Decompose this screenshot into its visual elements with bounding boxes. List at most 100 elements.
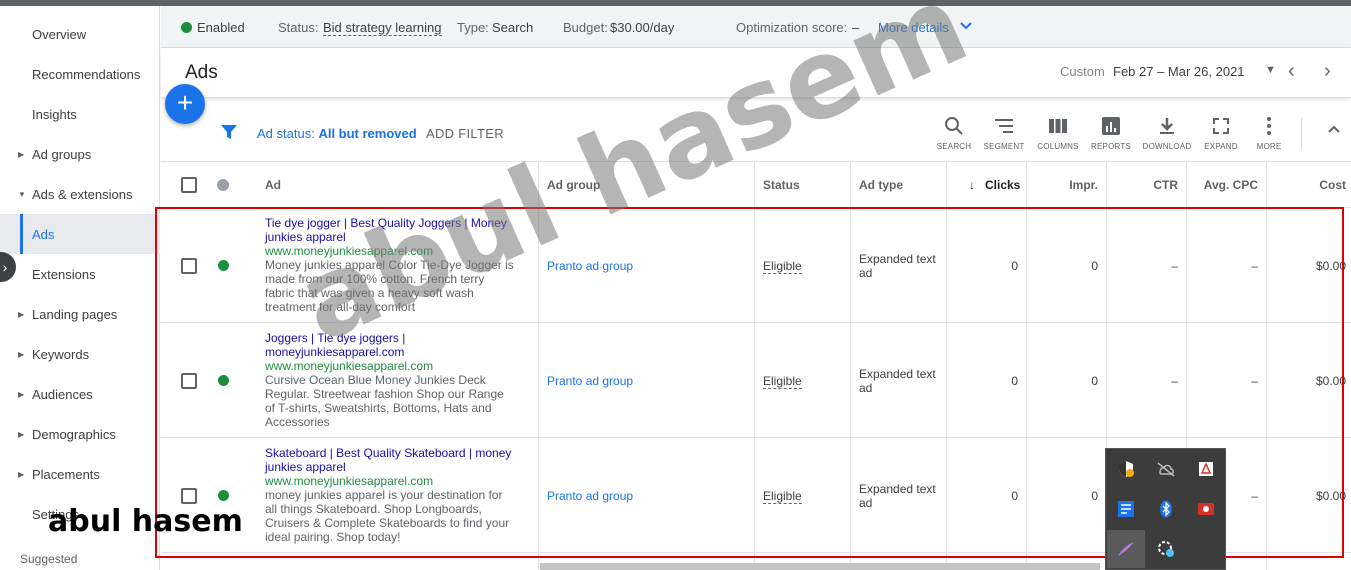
remote-desktop-icon[interactable]	[1147, 530, 1185, 568]
more-button[interactable]: MORE	[1239, 114, 1299, 151]
table-row: Tie dye jogger | Best Quality Joggers | …	[161, 208, 1351, 323]
bluetooth-icon[interactable]	[1147, 490, 1185, 528]
sidebar-item-label: Extensions	[32, 266, 96, 282]
ad-type-value: Expanded text ad	[859, 367, 936, 395]
chevron-down-icon[interactable]	[959, 18, 973, 35]
enabled-dot-icon	[218, 490, 229, 501]
status-value[interactable]: Eligible	[763, 374, 802, 389]
columns-button[interactable]: COLUMNS	[1028, 114, 1088, 151]
ad-description: money junkies apparel is your destinatio…	[265, 488, 510, 544]
sidebar-item-demographics[interactable]: ▶ Demographics	[0, 414, 160, 454]
column-header-status[interactable]: Status	[763, 178, 800, 192]
optimization-label: Optimization score:	[736, 20, 848, 35]
clicks-value: 0	[1011, 374, 1018, 388]
column-header-ctr[interactable]: CTR	[1138, 178, 1178, 192]
search-icon	[945, 117, 963, 135]
filter-icon[interactable]	[221, 124, 237, 145]
download-icon	[1160, 118, 1174, 134]
row-checkbox[interactable]	[181, 258, 197, 274]
sidebar-item-landing-pages[interactable]: ▶ Landing pages	[0, 294, 160, 334]
sidebar-item-recommendations[interactable]: Recommendations	[0, 54, 160, 94]
screen-recorder-icon[interactable]	[1187, 490, 1225, 528]
column-header-clicks[interactable]: Clicks	[985, 178, 1020, 192]
enabled-dot-icon	[218, 260, 229, 271]
ad-headline[interactable]: Skateboard | Best Quality Skateboard | m…	[265, 446, 515, 474]
ad-type-value: Expanded text ad	[859, 252, 936, 280]
ad-headline[interactable]: Joggers | Tie dye joggers | moneyjunkies…	[265, 331, 515, 359]
sidebar-item-label: Insights	[32, 106, 77, 122]
sidebar-item-label: Placements	[32, 466, 100, 482]
ad-status-label: Ad status:	[257, 126, 315, 141]
column-header-ad-type[interactable]: Ad type	[859, 178, 903, 192]
segment-button[interactable]: SEGMENT	[974, 114, 1034, 151]
caret-right-icon: ▶	[18, 389, 25, 399]
select-all-checkbox[interactable]	[181, 177, 197, 193]
sidebar-item-keywords[interactable]: ▶ Keywords	[0, 334, 160, 374]
reports-label: REPORTS	[1091, 142, 1131, 151]
ad-group-link[interactable]: Pranto ad group	[547, 489, 633, 503]
sidebar-item-ads[interactable]: Ads	[0, 214, 160, 254]
chevron-up-icon[interactable]	[1327, 122, 1341, 141]
feather-app-icon[interactable]	[1107, 530, 1145, 568]
status-value[interactable]: Bid strategy learning	[323, 20, 442, 36]
download-button[interactable]: DOWNLOAD	[1137, 114, 1197, 151]
sidebar-item-ad-groups[interactable]: ▶ Ad groups	[0, 134, 160, 174]
table-header: Ad Ad group Status Ad type ↓ Clicks Impr…	[161, 162, 1351, 208]
sidebar-item-extensions[interactable]: Extensions	[0, 254, 160, 294]
ad-url: www.moneyjunkiesapparel.com	[265, 244, 434, 258]
sidebar: Overview Recommendations Insights ▶ Ad gr…	[0, 6, 160, 570]
row-checkbox[interactable]	[181, 488, 197, 504]
next-period-icon[interactable]: ›	[1324, 60, 1331, 83]
column-header-ad-group[interactable]: Ad group	[547, 178, 600, 192]
column-header-impr[interactable]: Impr.	[1058, 178, 1098, 192]
cloud-offline-icon[interactable]	[1147, 450, 1185, 488]
sidebar-item-ads-extensions[interactable]: ▼ Ads & extensions	[0, 174, 160, 214]
impr-value: 0	[1091, 374, 1098, 388]
add-ad-button[interactable]: +	[165, 84, 205, 124]
status-label: Status:	[278, 20, 319, 35]
more-details-link[interactable]: More details	[878, 20, 949, 35]
date-range-picker[interactable]: Feb 27 – Mar 26, 2021	[1113, 64, 1245, 79]
column-header-ad[interactable]: Ad	[265, 178, 281, 192]
budget-label: Budget:	[563, 20, 608, 35]
sidebar-item-label: Overview	[32, 26, 87, 42]
previous-period-icon[interactable]: ‹	[1288, 60, 1295, 83]
signature-text: abul hasem	[48, 504, 243, 539]
column-header-avg-cpc[interactable]: Avg. CPC	[1198, 178, 1258, 192]
table-row: Joggers | Tie dye joggers | moneyjunkies…	[161, 323, 1351, 438]
pdf-reader-icon[interactable]	[1187, 450, 1225, 488]
dropdown-arrow-icon[interactable]: ▼	[1265, 64, 1276, 76]
impr-value: 0	[1091, 489, 1098, 503]
reports-button[interactable]: REPORTS	[1081, 114, 1141, 151]
sidebar-item-audiences[interactable]: ▶ Audiences	[0, 374, 160, 414]
row-checkbox[interactable]	[181, 373, 197, 389]
avg-cpc-value: –	[1251, 259, 1258, 273]
status-value[interactable]: Eligible	[763, 259, 802, 274]
sidebar-item-overview[interactable]: Overview	[0, 14, 160, 54]
sidebar-item-label: Keywords	[32, 346, 90, 362]
impr-value: 0	[1091, 259, 1098, 273]
ad-group-link[interactable]: Pranto ad group	[547, 259, 633, 273]
sidebar-item-insights[interactable]: Insights	[0, 94, 160, 134]
ad-status-value: All but removed	[318, 126, 417, 141]
horizontal-scrollbar[interactable]	[540, 563, 1100, 570]
add-filter-button[interactable]: ADD FILTER	[426, 126, 504, 141]
status-value[interactable]: Eligible	[763, 489, 802, 504]
ad-headline[interactable]: Tie dye jogger | Best Quality Joggers | …	[265, 216, 515, 244]
ad-preview: Skateboard | Best Quality Skateboard | m…	[265, 446, 515, 544]
ad-group-link[interactable]: Pranto ad group	[547, 374, 633, 388]
caret-right-icon: ▶	[18, 349, 25, 359]
ad-type-value: Expanded text ad	[859, 482, 936, 510]
network-app-icon[interactable]	[1107, 490, 1145, 528]
sidebar-item-placements[interactable]: ▶ Placements	[0, 454, 160, 494]
ad-status-filter[interactable]: Ad status: All but removed	[257, 126, 417, 141]
sidebar-item-label: Demographics	[32, 426, 116, 442]
ctr-value: –	[1171, 374, 1178, 388]
security-shield-icon[interactable]	[1107, 450, 1145, 488]
column-header-cost[interactable]: Cost	[1291, 178, 1346, 192]
status-dot-icon	[217, 179, 229, 191]
budget-value[interactable]: $30.00/day	[610, 20, 674, 35]
columns-icon	[1049, 119, 1067, 133]
sidebar-item-label: Ad groups	[32, 146, 92, 162]
download-label: DOWNLOAD	[1142, 142, 1192, 151]
